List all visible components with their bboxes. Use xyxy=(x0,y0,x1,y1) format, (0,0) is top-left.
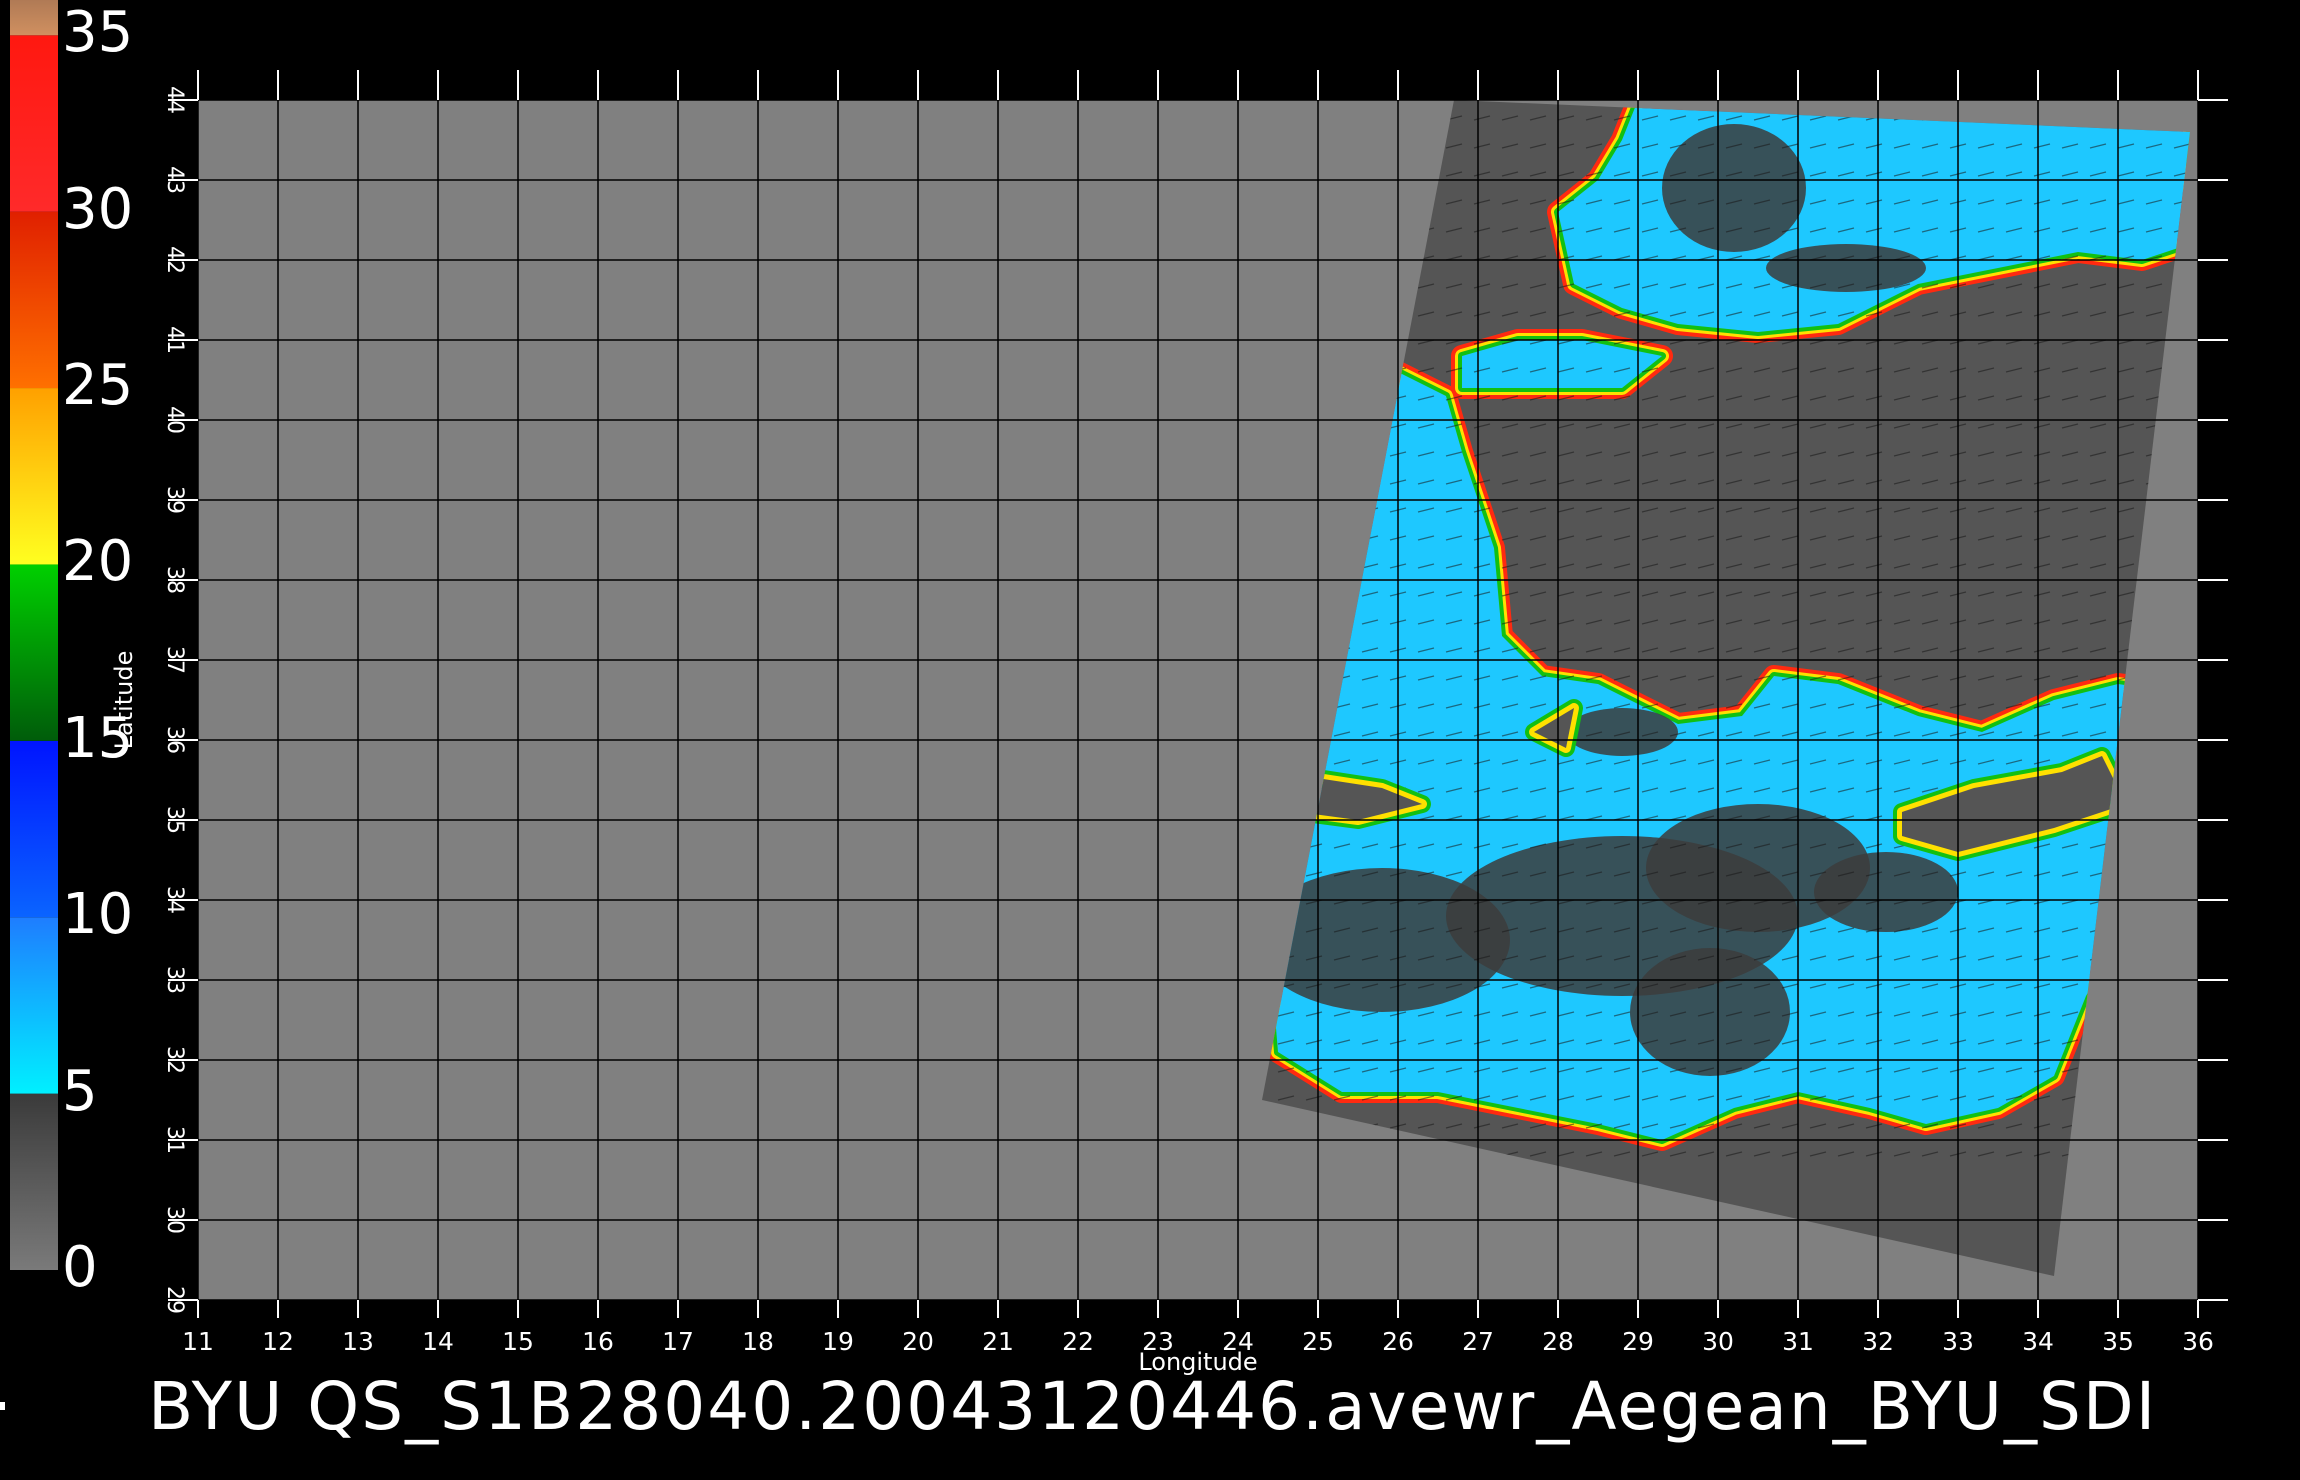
longitude-tick-label: 14 xyxy=(422,1327,454,1356)
latitude-tick-label: 36 xyxy=(162,726,187,754)
latitude-tick-label: 40 xyxy=(162,406,187,434)
longitude-tick-label: 33 xyxy=(1942,1327,1974,1356)
latitude-tick-label: 32 xyxy=(162,1046,187,1074)
colorbar-tick-label: 5 xyxy=(62,1058,98,1124)
longitude-tick-label: 16 xyxy=(582,1327,614,1356)
longitude-tick-label: 28 xyxy=(1542,1327,1574,1356)
colorbar-tick-label: 10 xyxy=(62,882,134,948)
colorbar-segment xyxy=(10,740,58,918)
colorbar-segment xyxy=(10,35,58,212)
longitude-tick-label: 30 xyxy=(1702,1327,1734,1356)
latitude-tick-label: 39 xyxy=(162,486,187,514)
low-wind-patch xyxy=(1566,708,1678,756)
latitude-tick-label: 34 xyxy=(162,886,187,914)
wind-map-figure: 11 12 13 14 15 16 17 18 19 20 21 22 23 24 25 26 27 28 29 30… xyxy=(10,0,2228,1376)
latitude-tick-label: 37 xyxy=(162,646,187,674)
longitude-tick-label: 22 xyxy=(1062,1327,1094,1356)
colorbar-segment xyxy=(10,917,58,1094)
longitude-tick-label: 15 xyxy=(502,1327,534,1356)
longitude-tick-label: 35 xyxy=(2102,1327,2134,1356)
colorbar-tick-label: 30 xyxy=(62,176,134,242)
colorbar-tick-label: 20 xyxy=(62,529,134,595)
colorbar-tick-label: 35 xyxy=(62,0,134,66)
low-wind-patch xyxy=(1662,124,1806,252)
figure-caption: BYU QS_S1B28040.20043120446.avewr_Aegean… xyxy=(148,1368,2158,1445)
colorbar-tick-label: 0 xyxy=(62,1235,98,1300)
longitude-tick-label: 18 xyxy=(742,1327,774,1356)
colorbar-segment xyxy=(10,211,58,389)
latitude-tick-label: 38 xyxy=(162,566,187,594)
low-wind-patch xyxy=(1630,948,1790,1076)
colorbar-tick-label: 25 xyxy=(62,353,134,419)
longitude-tick-label: 36 xyxy=(2182,1327,2214,1356)
latitude-tick-label: 44 xyxy=(162,86,187,114)
longitude-tick-label: 12 xyxy=(262,1327,294,1356)
latitude-tick-label: 33 xyxy=(162,966,187,994)
longitude-tick-label: 27 xyxy=(1462,1327,1494,1356)
edge-marker xyxy=(0,1402,5,1410)
latitude-tick-label: 30 xyxy=(162,1206,187,1234)
colorbar-segment xyxy=(10,0,58,36)
colorbar-segment xyxy=(10,564,58,741)
latitude-tick-label: 29 xyxy=(162,1286,187,1314)
longitude-tick-label: 20 xyxy=(902,1327,934,1356)
longitude-tick-label: 34 xyxy=(2022,1327,2054,1356)
longitude-tick-label: 29 xyxy=(1622,1327,1654,1356)
low-wind-patch xyxy=(1814,852,1958,932)
latitude-tick-label: 41 xyxy=(162,326,187,354)
colorbar-tick-label: 15 xyxy=(62,705,134,771)
colorbar-segment xyxy=(10,388,58,565)
latitude-tick-label: 42 xyxy=(162,246,187,274)
longitude-tick-label: 17 xyxy=(662,1327,694,1356)
longitude-tick-label: 19 xyxy=(822,1327,854,1356)
longitude-tick-label: 26 xyxy=(1382,1327,1414,1356)
longitude-tick-label: 13 xyxy=(342,1327,374,1356)
latitude-tick-label: 31 xyxy=(162,1126,187,1154)
longitude-tick-label: 11 xyxy=(182,1327,214,1356)
colorbar-segment xyxy=(10,1093,58,1270)
longitude-tick-label: 21 xyxy=(982,1327,1014,1356)
wind-speed-colorbar xyxy=(10,0,58,1270)
map-panel xyxy=(198,100,2198,1300)
longitude-tick-label: 31 xyxy=(1782,1327,1814,1356)
longitude-tick-label: 32 xyxy=(1862,1327,1894,1356)
longitude-tick-label: 25 xyxy=(1302,1327,1334,1356)
latitude-tick-label: 43 xyxy=(162,166,187,194)
low-wind-patch xyxy=(1766,244,1926,292)
latitude-tick-label: 35 xyxy=(162,806,187,834)
